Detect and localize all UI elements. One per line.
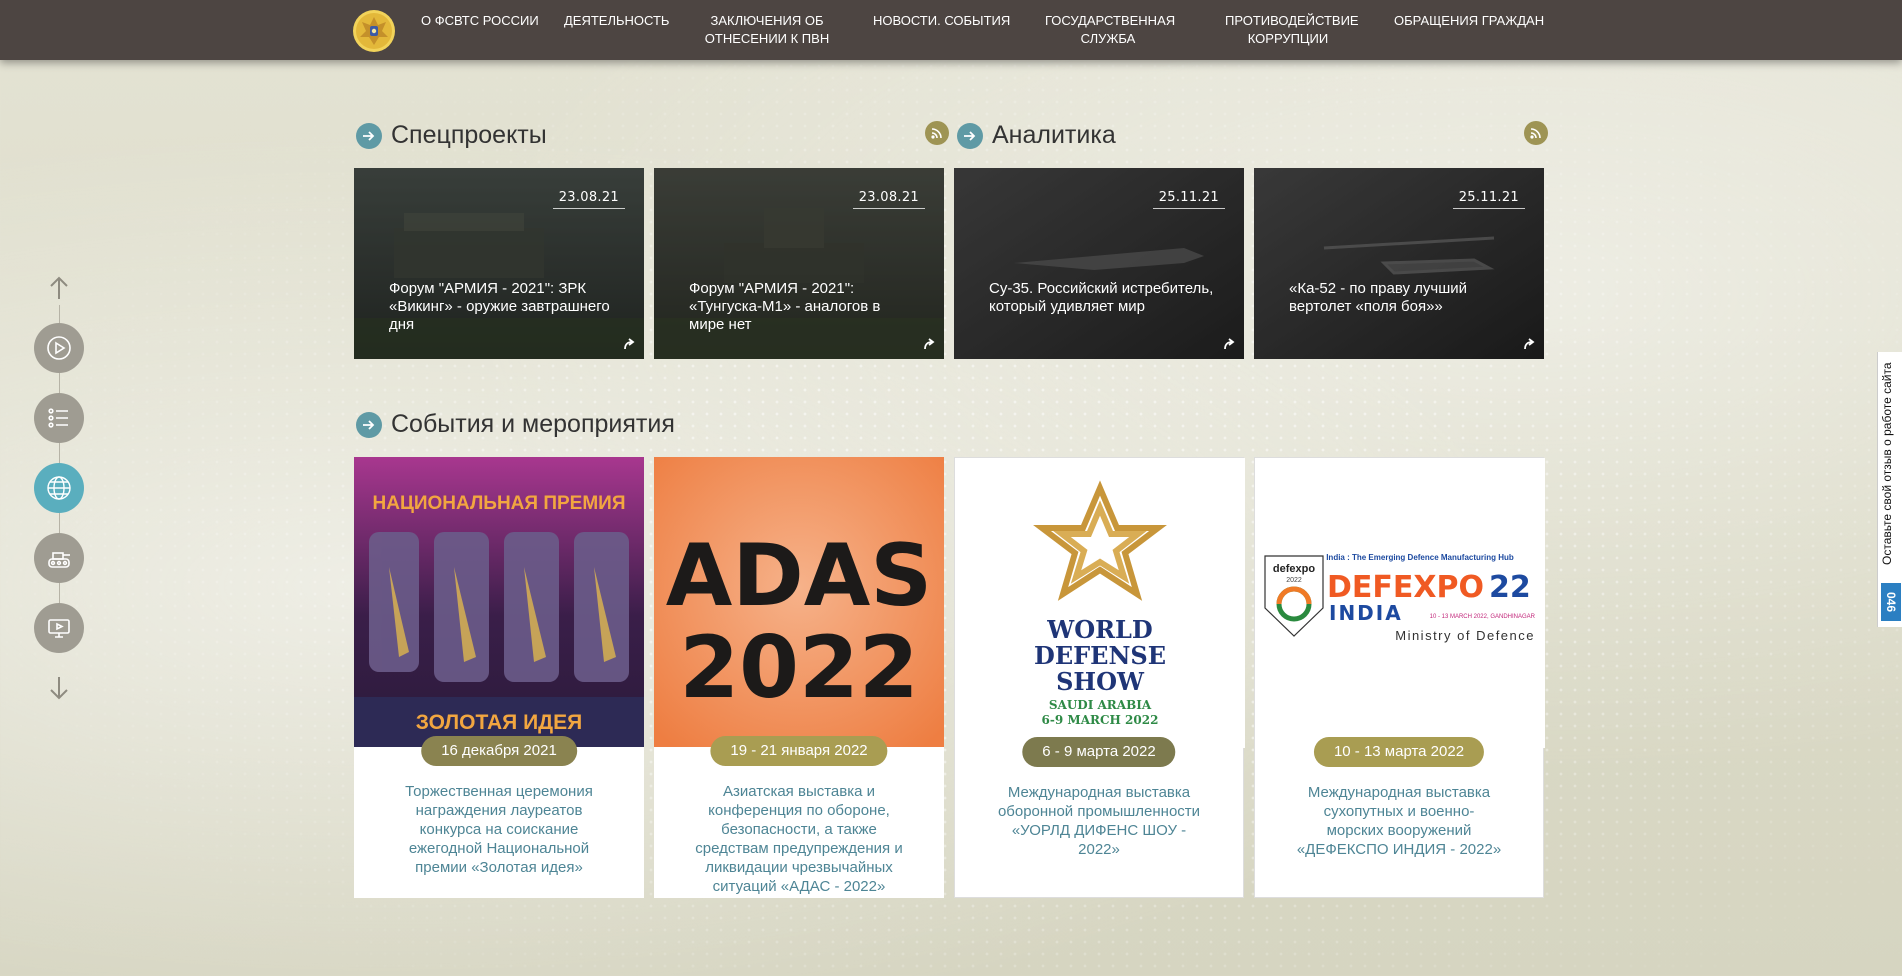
section-analytics-heading: Аналитика (957, 121, 1116, 150)
nav-anticorruption[interactable]: ПРОТИВОДЕЙСТВИЕ КОРРУПЦИИ (1225, 12, 1359, 48)
section-special-heading: Спецпроекты (356, 121, 547, 150)
event-image-caption: ЗОЛОТАЯ ИДЕЯ (416, 711, 583, 734)
event-date-badge: 19 - 21 января 2022 (710, 736, 888, 766)
event-image-caption: India : The Emerging Defence Manufacturi… (1326, 553, 1514, 562)
event-image-caption: 22 (1489, 570, 1531, 605)
news-title[interactable]: Су-35. Российский истребитель, который у… (989, 280, 1216, 316)
share-arrow-icon[interactable] (622, 337, 636, 351)
globe-network-icon (47, 476, 71, 500)
event-image-caption: DEFEXPO (1327, 570, 1484, 605)
feedback-label: Оставьте свой отзыв о работе сайта (1880, 362, 1894, 565)
side-nav-video[interactable] (34, 323, 84, 373)
news-card[interactable]: 23.08.21 Форум "АРМИЯ - 2021": «Тунгуска… (654, 168, 944, 359)
monitor-play-icon (48, 619, 70, 638)
event-date-badge: 10 - 13 марта 2022 (1313, 737, 1485, 767)
share-arrow-icon[interactable] (1222, 337, 1236, 351)
feedback-tab[interactable]: Оставьте свой отзыв о работе сайта 046 (1877, 352, 1902, 627)
news-date: 23.08.21 (852, 190, 925, 209)
section-events-heading: События и мероприятия (356, 410, 675, 439)
event-date-badge: 16 декабря 2021 (421, 736, 577, 766)
event-image-caption: 10 - 13 MARCH 2022, GANDHINAGAR (1430, 614, 1536, 620)
event-card[interactable]: ADAS 2022 19 - 21 января 2022 Азиатская … (654, 457, 944, 898)
arrow-right-circle-icon[interactable] (356, 122, 382, 149)
news-card[interactable]: 25.11.21 «Ка-52 - по праву лучший вертол… (1254, 168, 1544, 359)
section-special-title[interactable]: Спецпроекты (391, 121, 547, 150)
arrow-right-circle-icon[interactable] (957, 122, 983, 149)
play-icon (47, 336, 71, 360)
arrow-right-circle-icon[interactable] (356, 411, 382, 438)
event-description[interactable]: Международная выставка сухопутных и воен… (1295, 783, 1503, 859)
background-pattern (0, 0, 1902, 976)
event-image-golden-idea: НАЦИОНАЛЬНАЯ ПРЕМИЯ ЗОЛОТАЯ ИДЕЯ (354, 457, 644, 747)
nav-about[interactable]: О ФСВТС РОССИИ (421, 12, 539, 30)
event-image-defexpo: defexpo 2022 India : The Emerging Defenc… (1255, 458, 1545, 748)
side-nav-list[interactable] (34, 393, 84, 443)
event-date-badge: 6 - 9 марта 2022 (1022, 737, 1176, 767)
news-date: 23.08.21 (552, 190, 625, 209)
top-navigation: О ФСВТС РОССИИ ДЕЯТЕЛЬНОСТЬ ЗАКЛЮЧЕНИЯ О… (0, 0, 1902, 60)
event-description[interactable]: Международная выставка оборонной промышл… (995, 783, 1203, 859)
event-image-caption: SHOW (1056, 667, 1145, 696)
section-events-title[interactable]: События и мероприятия (391, 410, 675, 439)
news-title[interactable]: «Ка-52 - по праву лучший вертолет «поля … (1289, 280, 1516, 316)
event-image-caption: SAUDI ARABIA (1049, 698, 1152, 712)
event-description[interactable]: Торжественная церемония награждения лаур… (394, 782, 604, 877)
nav-appeals[interactable]: ОБРАЩЕНИЯ ГРАЖДАН (1394, 12, 1544, 30)
event-card[interactable]: WORLD DEFENSE SHOW SAUDI ARABIA 6-9 MARC… (954, 457, 1245, 898)
event-description[interactable]: Азиатская выставка и конференция по обор… (694, 782, 904, 896)
event-image-caption: НАЦИОНАЛЬНАЯ ПРЕМИЯ (373, 493, 626, 514)
nav-conclusions[interactable]: ЗАКЛЮЧЕНИЯ ОБ ОТНЕСЕНИИ К ПВН (704, 12, 830, 48)
nav-news[interactable]: НОВОСТИ. СОБЫТИЯ (873, 12, 1010, 30)
news-card[interactable]: 23.08.21 Форум "АРМИЯ - 2021": ЗРК «Вики… (354, 168, 644, 359)
share-arrow-icon[interactable] (922, 337, 936, 351)
rss-icon[interactable] (1524, 121, 1548, 145)
nav-activity[interactable]: ДЕЯТЕЛЬНОСТЬ (564, 12, 669, 30)
arrow-up-icon[interactable] (48, 275, 70, 301)
event-image-caption: ADAS (666, 526, 932, 626)
event-image-caption: DEFENSE (1034, 641, 1166, 670)
event-image-caption: defexpo (1273, 563, 1315, 575)
event-image-caption: WORLD (1046, 615, 1153, 644)
rss-icon[interactable] (925, 121, 949, 145)
event-image-caption: 2022 (1286, 577, 1302, 584)
event-image-caption: 2022 (679, 618, 918, 718)
tank-icon (48, 552, 70, 568)
section-analytics-title[interactable]: Аналитика (992, 121, 1116, 150)
emblem-logo[interactable] (352, 9, 396, 53)
event-image-caption: Ministry of Defence (1395, 628, 1535, 643)
news-title[interactable]: Форум "АРМИЯ - 2021": «Тунгуска-М1» - ан… (689, 280, 916, 334)
event-image-caption: INDIA (1329, 601, 1403, 625)
side-nav-globe[interactable] (34, 463, 84, 513)
event-card[interactable]: defexpo 2022 India : The Emerging Defenc… (1254, 457, 1545, 898)
event-card[interactable]: НАЦИОНАЛЬНАЯ ПРЕМИЯ ЗОЛОТАЯ ИДЕЯ 16 дека… (354, 457, 644, 898)
news-card[interactable]: 25.11.21 Су-35. Российский истребитель, … (954, 168, 1244, 359)
news-date: 25.11.21 (1452, 190, 1525, 209)
news-title[interactable]: Форум "АРМИЯ - 2021": ЗРК «Викинг» - ору… (389, 280, 616, 334)
event-image-caption: 6-9 MARCH 2022 (1042, 713, 1159, 727)
event-image-adas: ADAS 2022 (654, 457, 944, 747)
event-image-world-defense-show: WORLD DEFENSE SHOW SAUDI ARABIA 6-9 MARC… (955, 458, 1245, 748)
nav-civil-service[interactable]: ГОСУДАРСТВЕННАЯ СЛУЖБА (1045, 12, 1175, 48)
arrow-down-icon[interactable] (48, 675, 70, 701)
side-nav-monitor[interactable] (34, 603, 84, 653)
feedback-count-badge: 046 (1881, 583, 1901, 621)
news-date: 25.11.21 (1152, 190, 1225, 209)
share-arrow-icon[interactable] (1522, 337, 1536, 351)
list-icon (48, 408, 68, 428)
side-nav-tank[interactable] (34, 533, 84, 583)
